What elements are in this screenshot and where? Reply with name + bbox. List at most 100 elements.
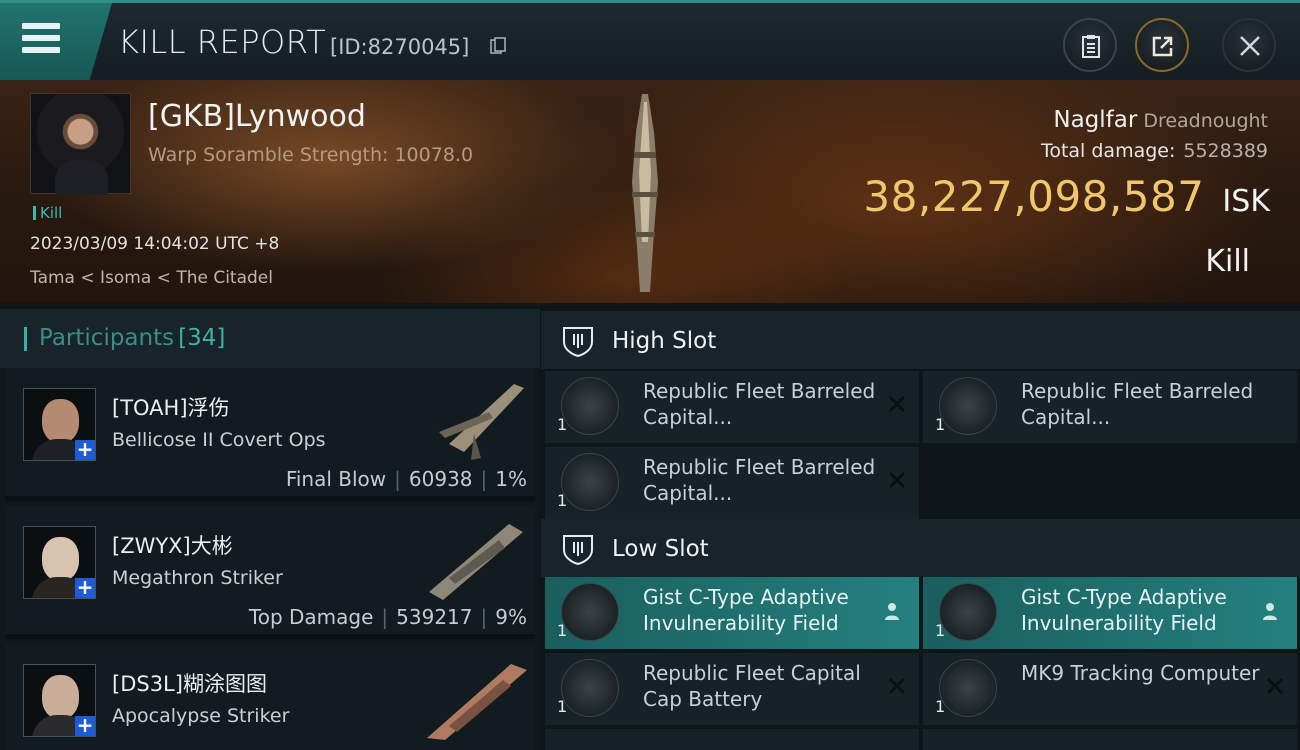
module-qty: 1	[935, 697, 946, 716]
page-title: KILL REPORT	[118, 23, 327, 61]
module-item[interactable]: 1 MK9 Tracking Computer	[923, 653, 1297, 725]
share-button[interactable]	[1135, 18, 1189, 72]
participants-label: Participants	[39, 325, 175, 351]
module-item[interactable]: 1 Republic Fleet Barreled Capital...	[545, 371, 919, 443]
victim-ship-image[interactable]	[620, 92, 670, 297]
module-item[interactable]	[923, 729, 1297, 750]
participants-title: Participants [34]	[39, 325, 225, 351]
destroyed-icon	[888, 677, 906, 695]
tracking-computer-icon	[939, 659, 997, 717]
participant-ship: Bellicose II Covert Ops	[112, 429, 326, 451]
battery-icon	[561, 659, 619, 717]
copy-icon[interactable]	[490, 37, 506, 55]
ship-class: Dreadnought	[1143, 110, 1268, 132]
report-id: [ID:8270045]	[330, 35, 470, 59]
participant-row[interactable]: + [TOAH]浮伤 Bellicose II Covert Ops Final…	[5, 368, 535, 501]
module-name: Republic Fleet Capital Cap Battery	[643, 661, 861, 711]
kill-banner: [GKB]Lynwood Warp Soramble Strength: 100…	[0, 80, 1300, 306]
participant-ship: Megathron Striker	[112, 567, 283, 589]
module-item[interactable]: 1 Gist C-Type Adaptive Invulnerability F…	[545, 577, 919, 649]
low-slot-title: Low Slot	[612, 536, 709, 562]
turret-icon	[939, 377, 997, 435]
participant-row[interactable]: + [DS3L]糊涂图图 Apocalypse Striker	[5, 644, 535, 750]
participant-name: [DS3L]糊涂图图	[112, 672, 267, 696]
destroyed-icon	[888, 471, 906, 489]
module-name: Republic Fleet Barreled Capital...	[643, 379, 876, 429]
isk-value-line: 38,227,098,587 ISK	[863, 172, 1270, 221]
module-item[interactable]: 1 Gist C-Type Adaptive Invulnerability F…	[923, 577, 1297, 649]
total-damage-value: 5528389	[1183, 140, 1268, 162]
participant-role: Top Damage	[248, 605, 374, 629]
victim-portrait[interactable]	[30, 93, 131, 195]
module-qty: 1	[557, 491, 568, 510]
participant-stats: Final Blow | 60938 | 1%	[285, 467, 527, 491]
header-accent-bar	[24, 327, 27, 351]
module-qty: 1	[935, 621, 946, 640]
participant-row[interactable]: + [ZWYX]大彬 Megathron Striker Top Damage |…	[5, 506, 535, 639]
module-name: Republic Fleet Barreled Capital...	[643, 455, 876, 505]
high-slot-header: High Slot	[541, 311, 1300, 369]
add-contact-icon[interactable]: +	[75, 577, 95, 598]
participant-stats: Top Damage | 539217 | 9%	[248, 605, 527, 629]
menu-icon[interactable]	[22, 23, 62, 59]
clipboard-icon	[1082, 35, 1100, 58]
victim-ship[interactable]: Naglfar Dreadnought	[1053, 107, 1268, 133]
participant-role: Final Blow	[285, 467, 387, 491]
participant-name: [ZWYX]大彬	[112, 534, 233, 558]
low-slot-header: Low Slot	[541, 519, 1300, 577]
low-slot-icon	[563, 535, 593, 565]
participant-percent: 9%	[495, 605, 527, 629]
participants-header: Participants [34]	[0, 309, 540, 368]
kill-datetime: 2023/03/09 14:04:02 UTC +8	[30, 234, 280, 254]
module-item[interactable]: 1 Republic Fleet Barreled Capital...	[545, 447, 919, 519]
destroyed-icon	[1266, 677, 1284, 695]
participants-count: [34]	[178, 325, 226, 351]
kill-result: Kill	[1205, 244, 1250, 279]
participant-ship: Apocalypse Striker	[112, 705, 290, 727]
turret-icon	[561, 377, 619, 435]
module-qty: 1	[557, 697, 568, 716]
participant-ship-image	[439, 384, 524, 460]
close-icon	[1240, 36, 1260, 56]
warp-scramble-stat: Warp Soramble Strength: 10078.0	[148, 144, 474, 166]
avatar[interactable]: +	[23, 388, 96, 461]
module-qty: 1	[557, 415, 568, 434]
top-bar: KILL REPORT [ID:8270045]	[0, 0, 1300, 80]
participant-name: [TOAH]浮伤	[112, 396, 230, 420]
clipboard-button[interactable]	[1063, 18, 1117, 72]
module-item[interactable]	[545, 729, 919, 750]
turret-icon	[561, 453, 619, 511]
participant-percent: 1%	[495, 467, 527, 491]
participant-damage: 539217	[396, 605, 473, 629]
close-button[interactable]	[1222, 18, 1276, 72]
destroyed-icon	[888, 395, 906, 413]
participant-damage: 60938	[408, 467, 473, 491]
high-slot-icon	[563, 327, 593, 357]
shield-icon	[939, 583, 997, 641]
person-icon	[1263, 603, 1277, 620]
kill-tag: Kill	[33, 204, 62, 222]
isk-value: 38,227,098,587	[863, 172, 1205, 221]
module-name: Gist C-Type Adaptive Invulnerability Fie…	[643, 585, 849, 635]
victim-name[interactable]: [GKB]Lynwood	[148, 99, 366, 134]
share-icon	[1152, 36, 1173, 57]
total-damage-label: Total damage:	[1040, 140, 1176, 162]
avatar[interactable]: +	[23, 664, 96, 737]
avatar[interactable]: +	[23, 526, 96, 599]
person-icon	[885, 603, 899, 620]
add-contact-icon[interactable]: +	[75, 439, 95, 460]
add-contact-icon[interactable]: +	[75, 715, 95, 736]
module-name: MK9 Tracking Computer	[1021, 661, 1260, 685]
shield-icon	[561, 583, 619, 641]
fitting-panel: High Slot 1 Republic Fleet Barreled Capi…	[541, 309, 1300, 750]
module-item[interactable]: 1 Republic Fleet Barreled Capital...	[923, 371, 1297, 443]
participants-panel: Participants [34] + [TOAH]浮伤 Bellicose II…	[0, 309, 540, 750]
module-item[interactable]: 1 Republic Fleet Capital Cap Battery	[545, 653, 919, 725]
module-name: Gist C-Type Adaptive Invulnerability Fie…	[1021, 585, 1227, 635]
module-qty: 1	[557, 621, 568, 640]
isk-unit: ISK	[1222, 184, 1270, 219]
module-qty: 1	[935, 415, 946, 434]
high-slot-title: High Slot	[612, 328, 717, 354]
participant-ship-image	[427, 664, 527, 740]
kill-location[interactable]: Tama < Isoma < The Citadel	[30, 268, 273, 288]
